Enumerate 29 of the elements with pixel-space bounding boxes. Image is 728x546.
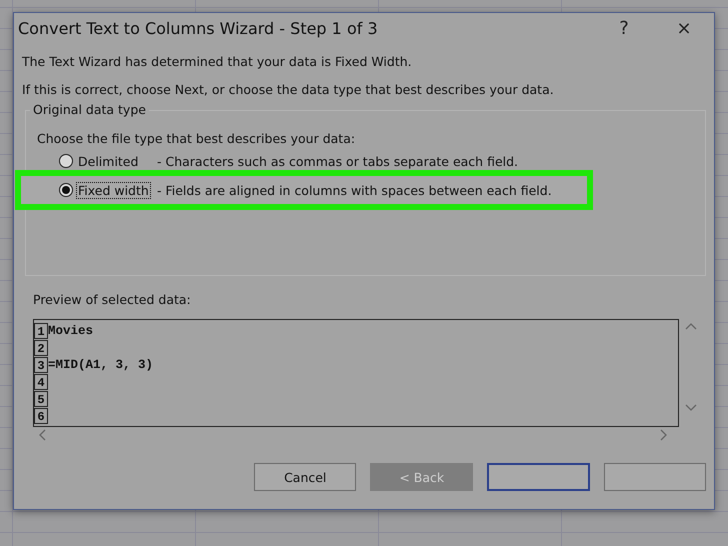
option-label[interactable]: Delimited: [77, 154, 140, 168]
preview-text: Movies: [48, 324, 94, 338]
dialog-button[interactable]: [486, 463, 590, 491]
radio-button[interactable]: [59, 154, 73, 168]
option-label[interactable]: Fixed width: [77, 182, 150, 198]
row-number: 6: [34, 408, 48, 424]
window-title: Convert Text to Columns Wizard - Step 1 of 3: [18, 19, 379, 38]
intro-text: If this is correct, choose Next, or choose the data type that best describes your data.: [22, 82, 555, 97]
scroll-up-icon[interactable]: [685, 322, 697, 330]
prompt-text: Choose the file type that best describes your data:: [37, 131, 356, 146]
row-number: 2: [34, 340, 48, 356]
option-description: - Characters such as commas or tabs separate each field.: [157, 154, 518, 168]
row-number: 5: [34, 390, 48, 406]
help-button[interactable]: ?: [594, 18, 654, 39]
option-description: - Fields are aligned in columns with spaces between each field.: [157, 182, 552, 198]
row-number: 3: [34, 356, 48, 372]
scroll-right-icon[interactable]: [660, 429, 668, 441]
preview-text: =MID(A1, 3, 3): [48, 358, 154, 372]
radio-button[interactable]: [59, 183, 73, 197]
preview-label: Preview of selected data:: [33, 292, 192, 307]
scroll-down-icon[interactable]: [685, 404, 697, 412]
row-number: 4: [34, 374, 48, 390]
scroll-left-icon[interactable]: [38, 429, 46, 441]
row-number: 1: [34, 322, 48, 338]
dialog-button[interactable]: Cancel: [254, 463, 356, 491]
intro-text: The Text Wizard has determined that your data is Fixed Width.: [22, 54, 413, 69]
dialog-button[interactable]: [604, 463, 706, 491]
group-legend: Original data type: [30, 102, 149, 117]
close-button[interactable]: ×: [654, 18, 714, 39]
